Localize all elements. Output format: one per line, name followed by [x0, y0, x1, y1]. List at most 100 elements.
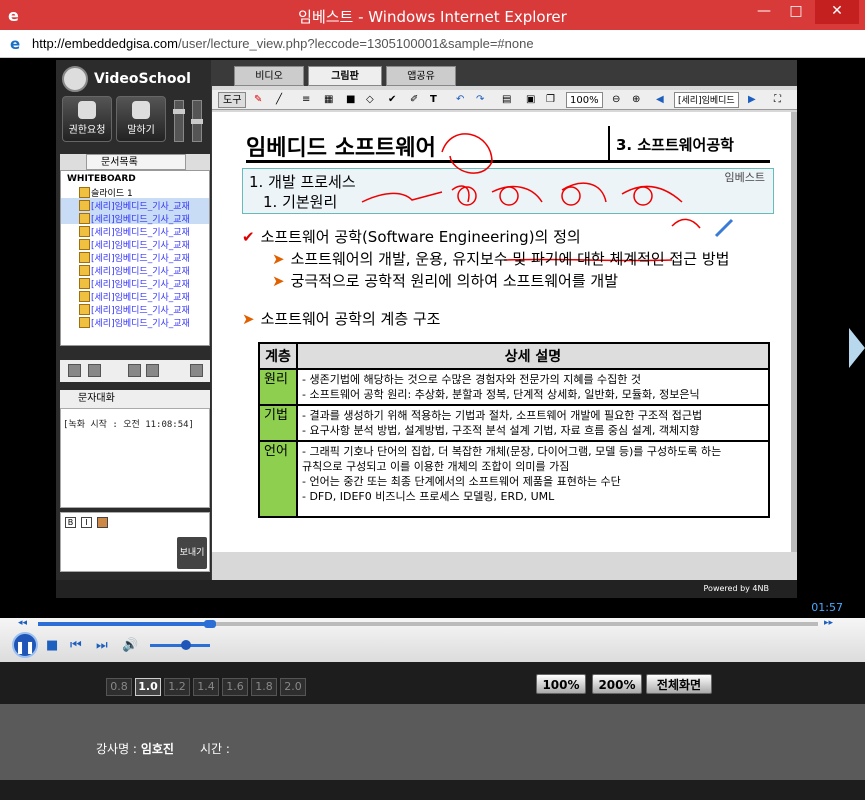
zoom-200-button[interactable]: 200%	[592, 674, 642, 694]
stop-icon[interactable]: ■	[46, 638, 58, 653]
tree-item[interactable]: [세리]임베디드_기사_교재	[61, 237, 209, 251]
pen-icon[interactable]: ✎	[254, 92, 262, 108]
shape-icon[interactable]: ■	[346, 92, 355, 108]
pause-button[interactable]: ❚❚	[12, 632, 38, 658]
time-label: 시간 :	[200, 742, 230, 756]
italic-button[interactable]: I	[81, 517, 92, 528]
speed-button[interactable]: 1.4	[193, 678, 219, 696]
url-text[interactable]: http://embeddedgisa.com/user/lecture_vie…	[32, 36, 534, 51]
speed-button[interactable]: 2.0	[280, 678, 306, 696]
line-icon[interactable]: ╱	[276, 92, 282, 108]
grid-icon[interactable]: ▦	[324, 92, 333, 108]
next-arrow-icon[interactable]	[849, 328, 865, 368]
gear-logo-icon	[62, 66, 88, 92]
table-row: 언어 - 그래픽 기호나 단어의 집합, 더 복잡한 개체(문장, 다이어그램,…	[258, 440, 770, 518]
tab-app-share[interactable]: 앱공유	[386, 66, 456, 86]
tree-item[interactable]: [세리]임베디드_기사_교재	[61, 315, 209, 329]
table-cell-category: 기법	[258, 404, 298, 442]
tree-item-slide[interactable]: 슬라이드 1	[61, 185, 209, 199]
list-tabs: 문서목록	[60, 154, 210, 170]
slide-canvas[interactable]: 임베디드 소프트웨어 3. 소프트웨어공학 1. 개발 프로세스 1. 기본원리…	[212, 112, 792, 552]
table-header-layer: 계층	[258, 342, 298, 370]
tree-item[interactable]: [세리]임베디드_기사_교재	[61, 198, 209, 212]
send-button[interactable]: 보내기	[177, 537, 207, 569]
zoom-out-icon[interactable]: ⊖	[612, 92, 620, 108]
lecture-info: 강사명 : 임호진 시간 :	[0, 704, 865, 780]
speaker-volume-slider[interactable]	[191, 100, 203, 142]
next-page-icon[interactable]: ▶	[748, 92, 756, 108]
speaker-icon[interactable]: 🔊	[122, 638, 138, 653]
tree-item[interactable]: [세리]임베디드_기사_교재	[61, 250, 209, 264]
tree-item[interactable]: [세리]임베디드_기사_교재	[61, 211, 209, 225]
zoom-in-icon[interactable]: ⊕	[632, 92, 640, 108]
speed-button[interactable]: 1.8	[251, 678, 277, 696]
document-tree[interactable]: WHITEBOARD 슬라이드 1 [세리]임베디드_기사_교재 [세리]임베디…	[60, 170, 210, 346]
save-icon[interactable]	[146, 364, 159, 377]
volume-track[interactable]	[150, 644, 210, 647]
capture-icon[interactable]	[128, 364, 141, 377]
tree-item[interactable]: [세리]임베디드_기사_교재	[61, 302, 209, 316]
chat-input-area[interactable]: B I 보내기	[60, 512, 210, 572]
instructor-label: 강사명 : 임호진	[96, 742, 174, 756]
copy-icon[interactable]: ❐	[546, 92, 555, 108]
lines-icon[interactable]: ≡	[302, 92, 310, 108]
table-icon[interactable]: ▤	[502, 92, 511, 108]
eraser-icon[interactable]: ◇	[366, 92, 374, 108]
maximize-button[interactable]: □	[781, 0, 811, 24]
mic-volume-slider[interactable]	[173, 100, 185, 142]
previous-icon[interactable]: ⏮	[70, 638, 82, 653]
user-icon	[78, 101, 96, 119]
tree-root[interactable]: WHITEBOARD	[61, 171, 209, 185]
tools-button[interactable]: 도구	[218, 92, 247, 108]
tree-item[interactable]: [세리]임베디드_기사_교재	[61, 263, 209, 277]
tab-whiteboard[interactable]: 그림판	[308, 66, 382, 86]
tree-item[interactable]: [세리]임베디드_기사_교재	[61, 224, 209, 238]
undo-icon[interactable]: ↶	[456, 92, 464, 108]
fullscreen-icon[interactable]: ⛶	[774, 92, 781, 108]
tab-video[interactable]: 비디오	[234, 66, 304, 86]
chat-header: 문자대화	[60, 390, 210, 408]
speed-button[interactable]: 1.0	[135, 678, 161, 696]
redo-icon[interactable]: ↷	[476, 92, 484, 108]
microphone-icon	[132, 101, 150, 119]
color-icon[interactable]	[97, 517, 108, 528]
fullscreen-button[interactable]: 전체화면	[646, 674, 712, 694]
tree-item[interactable]: [세리]임베디드_기사_교재	[61, 276, 209, 290]
sidebar: VideoSchool 권한요청 말하기 문서목록 WHITEBOARD 슬라이…	[56, 60, 211, 580]
window-title: 임베스트 - Windows Internet Explorer	[298, 8, 567, 26]
tab-document-list[interactable]: 문서목록	[86, 154, 186, 170]
check-icon[interactable]: ✔	[388, 92, 396, 108]
powered-by: Powered by 4NB	[56, 580, 797, 598]
speak-button[interactable]: 말하기	[116, 96, 166, 142]
new-doc-icon[interactable]	[68, 364, 81, 377]
permission-request-button[interactable]: 권한요청	[62, 96, 112, 142]
speed-button[interactable]: 1.6	[222, 678, 248, 696]
prev-page-icon[interactable]: ◀	[656, 92, 664, 108]
text-icon[interactable]: T	[430, 92, 437, 108]
slide-scrollbar[interactable]	[791, 112, 797, 552]
page-icon[interactable]: ▣	[526, 92, 535, 108]
whiteboard-area: 비디오 그림판 앱공유 도구 ✎ ╱ ≡ ▦ ■ ◇ ✔ ✐ T ↶ ↷ ▤ ▣…	[212, 60, 797, 580]
speed-button[interactable]: 1.2	[164, 678, 190, 696]
next-icon[interactable]: ⏭	[96, 638, 108, 653]
instructor-name: 임호진	[140, 742, 174, 756]
zoom-100-button[interactable]: 100%	[536, 674, 586, 694]
document-select[interactable]: [세리]임베디드	[674, 92, 739, 108]
close-button[interactable]: ✕	[815, 0, 859, 24]
highlighter-icon[interactable]: ✐	[410, 92, 418, 108]
minimize-button[interactable]: —	[749, 0, 779, 24]
table-row: 기법 - 결과를 생성하기 위해 적용하는 기법과 절차, 소프트웨어 개발에 …	[258, 404, 770, 442]
zoom-select[interactable]: 100%	[566, 92, 603, 108]
speed-button[interactable]: 0.8	[106, 678, 132, 696]
edit-icon[interactable]	[190, 364, 203, 377]
seek-handle[interactable]	[203, 620, 216, 628]
folder-icon[interactable]	[88, 364, 101, 377]
hierarchy-table: 계층 상세 설명 원리 - 생존기법에 해당하는 것으로 수많은 경험자와 전문…	[258, 342, 770, 518]
address-bar[interactable]: e http://embeddedgisa.com/user/lecture_v…	[0, 30, 865, 58]
window-titlebar: e 임베스트 - Windows Internet Explorer — □ ✕	[0, 0, 865, 30]
bold-button[interactable]: B	[65, 517, 76, 528]
rewind-icon[interactable]: ◂◂	[18, 618, 27, 628]
volume-handle[interactable]	[181, 640, 191, 650]
tree-item[interactable]: [세리]임베디드_기사_교재	[61, 289, 209, 303]
forward-icon[interactable]: ▸▸	[824, 618, 833, 628]
